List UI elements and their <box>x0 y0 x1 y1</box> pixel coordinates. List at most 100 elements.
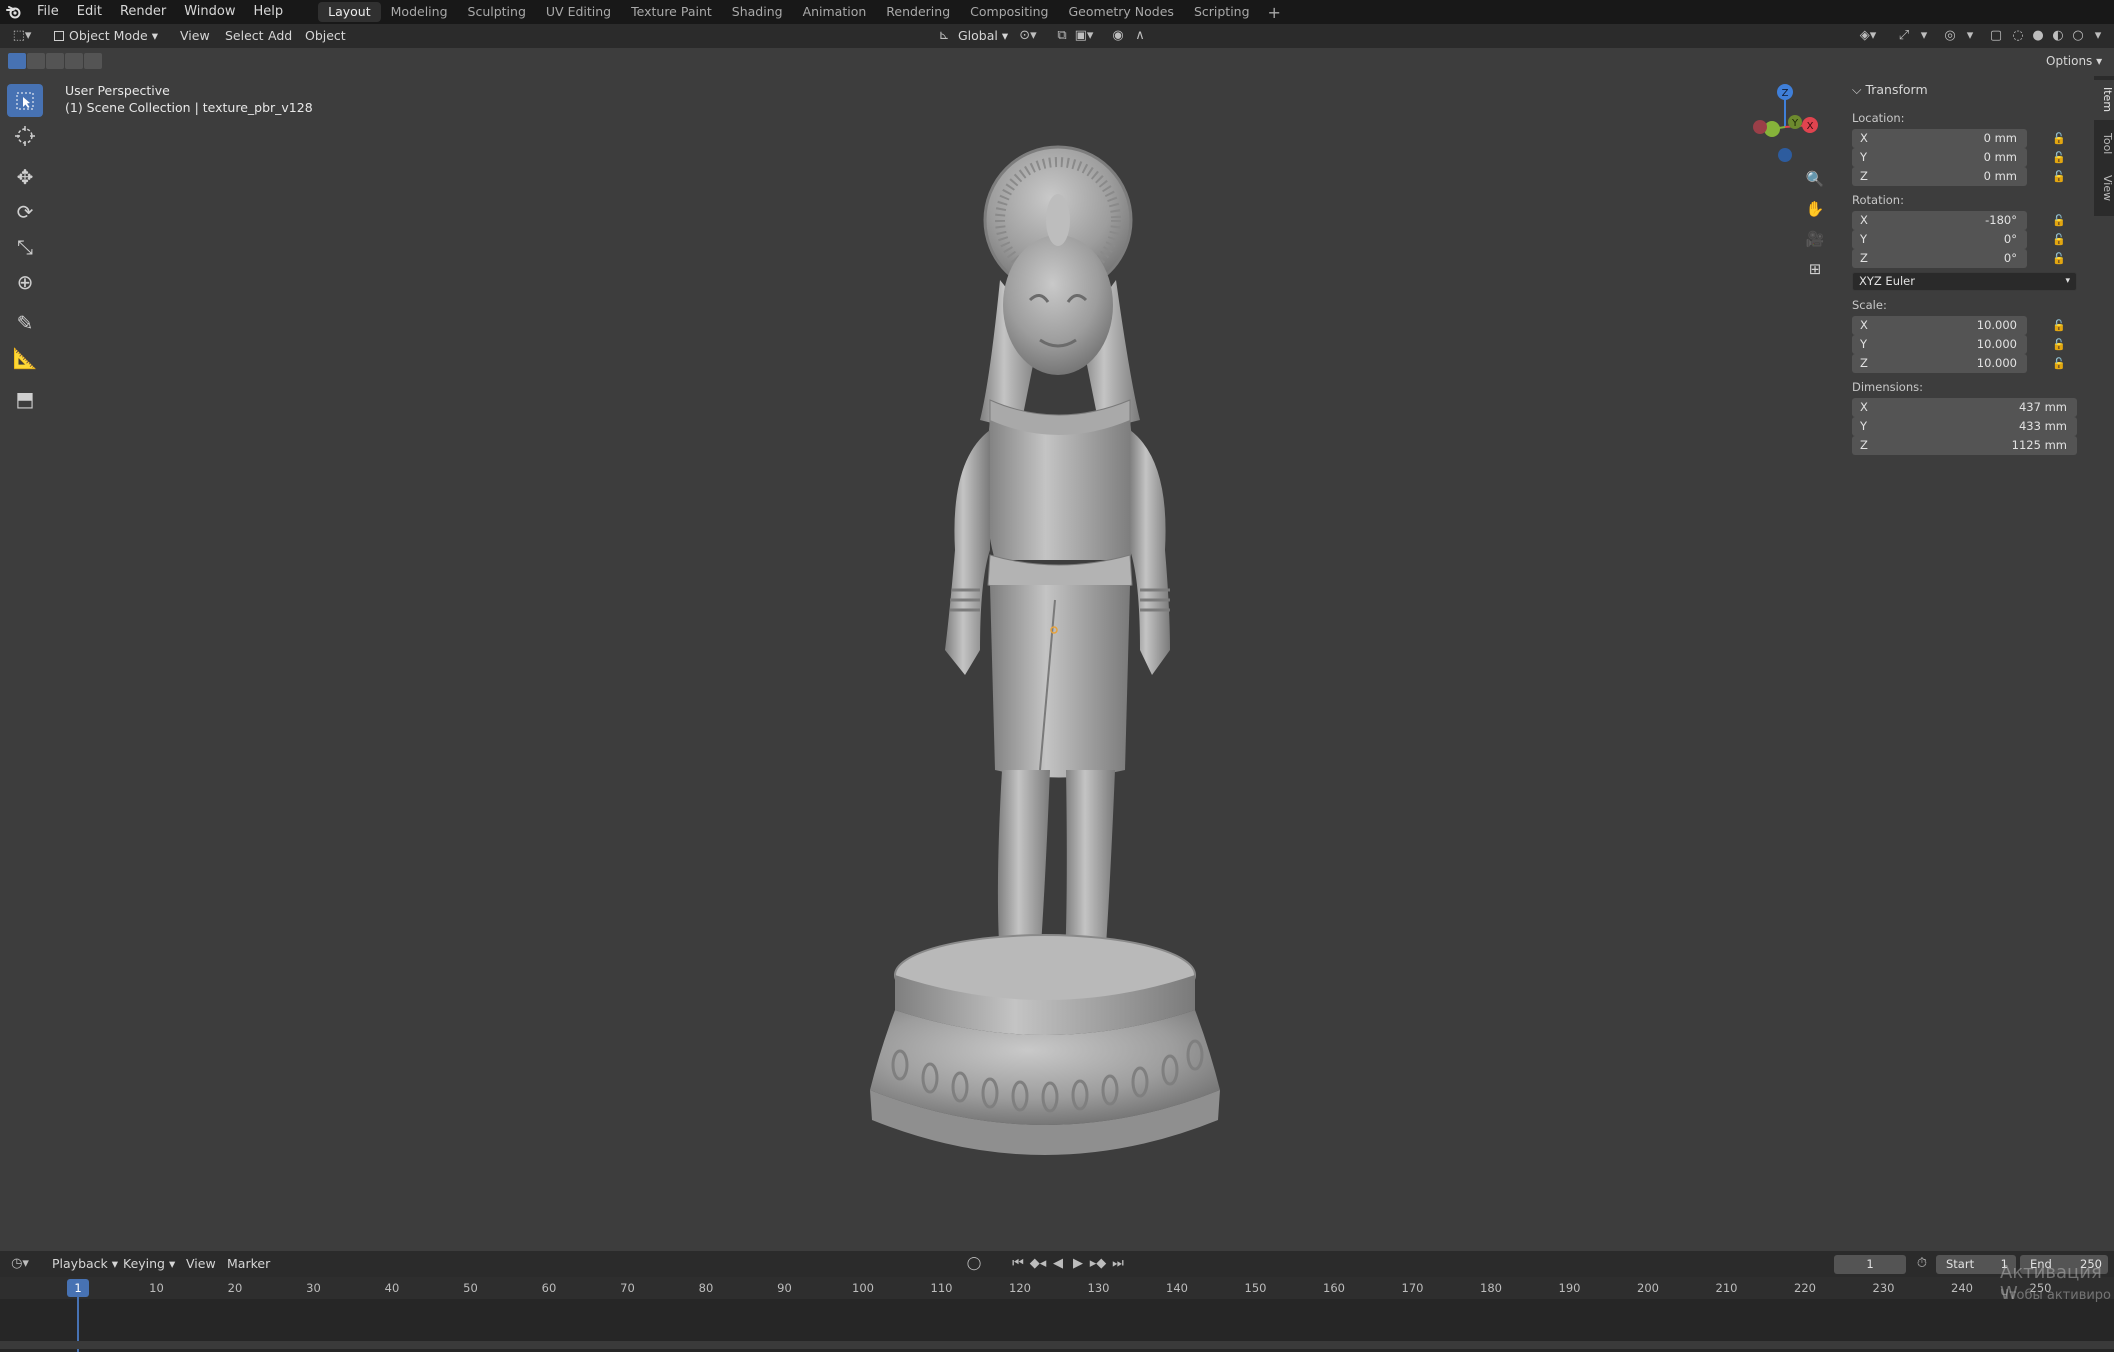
overlays-icon[interactable]: ◎ <box>1940 27 1960 45</box>
tab-shading[interactable]: Shading <box>722 2 793 22</box>
lock-icon[interactable]: 🔓 <box>2052 211 2066 230</box>
annotate-tool-icon[interactable]: ✎ <box>7 306 43 339</box>
lock-icon[interactable]: 🔓 <box>2052 249 2066 268</box>
rotation-mode-dropdown[interactable]: XYZ Euler ▾ <box>1852 272 2077 291</box>
select-invert-icon[interactable] <box>65 53 83 69</box>
blender-logo-icon[interactable] <box>0 0 28 24</box>
tab-scripting[interactable]: Scripting <box>1184 2 1260 22</box>
visibility-icon[interactable]: ◈▾ <box>1858 27 1878 45</box>
scale-tool-icon[interactable]: ⤡ <box>7 230 43 263</box>
current-frame-field[interactable]: 1 <box>1834 1255 1906 1274</box>
lock-icon[interactable]: 🔓 <box>2052 129 2066 148</box>
add-workspace-icon[interactable]: + <box>1260 3 1289 22</box>
timeline-scrollbar[interactable] <box>0 1341 2114 1349</box>
add-cube-tool-icon[interactable]: ⬒ <box>7 382 43 415</box>
tab-tool[interactable]: Tool <box>2094 124 2114 164</box>
menu-view[interactable]: View <box>174 27 216 45</box>
zoom-icon[interactable]: 🔍 <box>1802 166 1828 192</box>
jump-end-icon[interactable]: ⏭ <box>1108 1255 1128 1273</box>
navigation-gizmo[interactable]: Z Y X <box>1740 82 1830 172</box>
menu-timeline-view[interactable]: View <box>180 1255 222 1273</box>
transform-tool-icon[interactable]: ⊕ <box>7 265 43 298</box>
lock-icon[interactable]: 🔓 <box>2052 167 2066 186</box>
frame-ruler[interactable]: 10 20 30 40 50 60 70 80 90 100 110 120 130 140 150 160 1… <box>0 1277 2114 1299</box>
menu-window[interactable]: Window <box>175 0 244 24</box>
snap-icon[interactable]: ⧉ <box>1052 27 1072 45</box>
menu-keying[interactable]: Keying ▾ <box>117 1255 181 1273</box>
rotation-x-field[interactable]: X -180° <box>1852 211 2027 230</box>
playhead-frame-indicator[interactable]: 1 <box>67 1279 89 1297</box>
wireframe-shading-icon[interactable]: ◌ <box>2008 27 2028 45</box>
x-axis-minus-handle[interactable] <box>1753 120 1767 134</box>
mode-dropdown[interactable]: Object Mode ▾ <box>48 27 164 45</box>
solid-shading-icon[interactable]: ● <box>2028 27 2048 45</box>
material-shading-icon[interactable]: ◐ <box>2048 27 2068 45</box>
snap-target-icon[interactable]: ▣▾ <box>1074 27 1094 45</box>
chevron-down-icon[interactable]: ▾ <box>2088 27 2108 45</box>
editor-type-icon[interactable]: ⬚▾ <box>12 27 32 45</box>
z-axis-minus-handle[interactable] <box>1778 148 1792 162</box>
menu-playback[interactable]: Playback ▾ <box>46 1255 124 1273</box>
timeline-area[interactable]: 10 20 30 40 50 60 70 80 90 100 110 120 130 140 150 160 1… <box>0 1277 2114 1352</box>
menu-add[interactable]: Add <box>262 27 298 45</box>
xray-icon[interactable]: ▢ <box>1986 27 2006 45</box>
menu-render[interactable]: Render <box>111 0 175 24</box>
orientation-dropdown[interactable]: Global ▾ <box>952 27 1014 45</box>
lock-icon[interactable]: 🔓 <box>2052 230 2066 249</box>
lock-icon[interactable]: 🔓 <box>2052 335 2066 354</box>
camera-view-icon[interactable]: 🎥 <box>1802 226 1828 252</box>
editor-type-clock-icon[interactable]: ◷▾ <box>10 1255 30 1273</box>
select-extend-icon[interactable] <box>27 53 45 69</box>
tab-rendering[interactable]: Rendering <box>876 2 960 22</box>
pivot-icon[interactable]: ⊙▾ <box>1018 27 1038 45</box>
dimensions-x-field[interactable]: X 437 mm <box>1852 398 2077 417</box>
tab-layout[interactable]: Layout <box>318 2 381 22</box>
tab-compositing[interactable]: Compositing <box>960 2 1058 22</box>
rotation-z-field[interactable]: Z 0° <box>1852 249 2027 268</box>
tab-view[interactable]: View <box>2094 168 2114 208</box>
tab-geometry-nodes[interactable]: Geometry Nodes <box>1059 2 1184 22</box>
select-subtract-icon[interactable] <box>46 53 64 69</box>
tab-animation[interactable]: Animation <box>793 2 877 22</box>
scale-x-field[interactable]: X 10.000 <box>1852 316 2027 335</box>
options-button[interactable]: Options ▾ <box>2040 52 2108 70</box>
tab-sculpting[interactable]: Sculpting <box>458 2 536 22</box>
chevron-down-icon[interactable]: ▾ <box>1960 27 1980 45</box>
gizmo-toggle-icon[interactable]: ⤢ <box>1894 27 1914 45</box>
scale-z-field[interactable]: Z 10.000 <box>1852 354 2027 373</box>
location-x-field[interactable]: X 0 mm <box>1852 129 2027 148</box>
chevron-down-icon[interactable]: ▾ <box>1914 27 1934 45</box>
rotation-y-field[interactable]: Y 0° <box>1852 230 2027 249</box>
menu-object[interactable]: Object <box>299 27 352 45</box>
jump-next-keyframe-icon[interactable]: ▸◆ <box>1088 1255 1108 1273</box>
jump-prev-keyframe-icon[interactable]: ◆◂ <box>1028 1255 1048 1273</box>
scale-y-field[interactable]: Y 10.000 <box>1852 335 2027 354</box>
menu-edit[interactable]: Edit <box>68 0 111 24</box>
tab-texture-paint[interactable]: Texture Paint <box>621 2 722 22</box>
dimensions-z-field[interactable]: Z 1125 mm <box>1852 436 2077 455</box>
select-new-icon[interactable] <box>8 53 26 69</box>
menu-marker[interactable]: Marker <box>221 1255 276 1273</box>
proportional-edit-icon[interactable]: ◉ <box>1108 27 1128 45</box>
falloff-icon[interactable]: ∧ <box>1130 27 1150 45</box>
stopwatch-icon[interactable]: ⏱ <box>1912 1255 1932 1273</box>
cursor-tool-icon[interactable] <box>7 119 43 152</box>
lock-icon[interactable]: 🔓 <box>2052 316 2066 335</box>
menu-file[interactable]: File <box>28 0 68 24</box>
location-y-field[interactable]: Y 0 mm <box>1852 148 2027 167</box>
tab-uv-editing[interactable]: UV Editing <box>536 2 621 22</box>
transform-section-header[interactable]: ⌵ Transform <box>1852 82 1928 98</box>
jump-start-icon[interactable]: ⏮ <box>1008 1255 1028 1273</box>
lock-icon[interactable]: 🔓 <box>2052 148 2066 167</box>
play-icon[interactable]: ▶ <box>1068 1255 1088 1273</box>
menu-help[interactable]: Help <box>245 0 293 24</box>
pan-hand-icon[interactable]: ✋ <box>1802 196 1828 222</box>
location-z-field[interactable]: Z 0 mm <box>1852 167 2027 186</box>
play-reverse-icon[interactable]: ◀ <box>1048 1255 1068 1273</box>
select-box-tool-icon[interactable] <box>7 84 43 117</box>
tab-item[interactable]: Item <box>2094 80 2114 120</box>
perspective-toggle-icon[interactable]: ⊞ <box>1802 256 1828 282</box>
rendered-shading-icon[interactable]: ○ <box>2068 27 2088 45</box>
rotate-tool-icon[interactable]: ⟳ <box>7 195 43 228</box>
select-intersect-icon[interactable] <box>84 53 102 69</box>
